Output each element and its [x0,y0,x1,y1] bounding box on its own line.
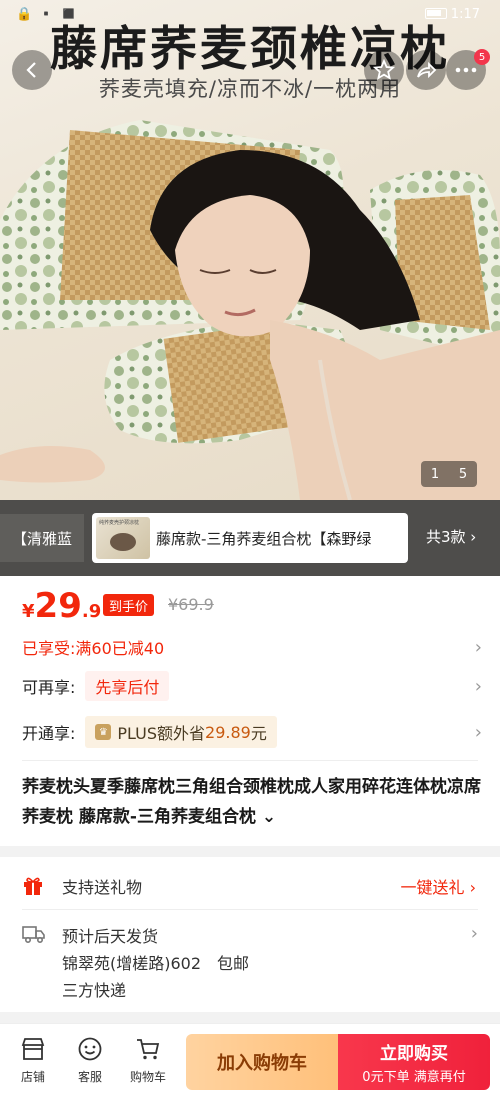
image-counter: 1 5 [421,461,477,487]
ship-eta: 预计后天发货 [62,927,159,946]
tab-store[interactable]: 店铺 [8,1036,58,1085]
buy-now-button[interactable]: 立即购买 0元下单 满意再付 [338,1034,490,1090]
pay-later-row[interactable]: 可再享: 先享后付 › [22,669,482,703]
tab-customer-service-label: 客服 [77,1070,102,1084]
image-index: 1 [430,466,440,482]
back-button[interactable] [12,50,52,90]
favorite-button[interactable] [364,50,404,90]
tab-customer-service[interactable]: 客服 [65,1036,115,1085]
price-integer: 29 [34,586,82,626]
notification-badge: 5 [474,49,490,65]
divider [22,909,478,910]
plus-badge: ♛ PLUS额外省 29.89 元 [85,716,277,748]
customer-service-icon [78,1037,102,1061]
gift-icon [24,877,42,895]
more-dots-icon [455,67,477,73]
ship-carrier: 三方快递 [62,981,127,1000]
pay-later-badge: 先享后付 [85,671,170,701]
chevron-right-icon[interactable]: › [471,923,478,944]
buy-now-label: 立即购买 [380,1044,448,1064]
tab-cart[interactable]: 购物车 [123,1036,173,1085]
promo-row[interactable]: 已享受: 满60已减40 › [22,630,482,664]
service-card: 支持送礼物 一键送礼 › 预计后天发货 锦翠苑(增槎路)602 包邮 三方快递 … [0,857,500,1012]
sku-count-link[interactable]: 共3款 › [426,526,476,547]
share-icon [417,61,437,79]
add-to-cart-button[interactable]: 加入购物车 [186,1034,338,1090]
final-price-tag: 到手价 [103,594,155,616]
buy-now-sublabel: 0元下单 满意再付 [362,1070,466,1085]
price-card: ¥ 29 .9 到手价 ¥69.9 已享受: 满60已减40 › 可再享: 先享… [0,576,500,846]
gift-label: 支持送礼物 [62,878,143,897]
pay-later-label: 可再享: [22,678,76,697]
plus-label: 开通享: [22,724,76,743]
price: ¥ 29 .9 [22,586,101,630]
product-hero-image[interactable]: 🔒 ▪️ ◼️ 1:17 藤席荞麦颈椎凉枕 荞麦壳填充/凉而不冰/一枕两用 5 … [0,0,500,500]
sku-thumbnail-figure [110,533,136,551]
tab-cart-label: 购物车 [129,1070,166,1084]
sku-option-left[interactable]: 【清雅蓝 [0,514,84,562]
chevron-right-icon: › [474,675,482,697]
sku-option-selected[interactable]: 纯荞麦壳护颈凉枕 藤席款-三角荞麦组合枕【森野绿 [92,513,408,563]
price-currency: ¥ [22,601,35,622]
promo-value: 满60已减40 [75,639,165,658]
plus-amount: 29.89 [205,722,251,742]
plus-suffix: 元 [250,724,267,743]
sku-thumbnail: 纯荞麦壳护颈凉枕 [96,517,150,559]
chevron-right-icon: › [474,721,482,743]
sku-thumbnail-text: 纯荞麦壳护颈凉枕 [99,520,140,526]
star-icon [373,59,395,80]
sku-selected-label: 藤席款-三角荞麦组合枕【森野绿 [156,529,372,548]
watermark: 羊毛谁不爱 [422,1092,488,1107]
sku-selector-strip: 【清雅蓝 纯荞麦壳护颈凉枕 藤席款-三角荞麦组合枕【森野绿 共3款 › [0,500,500,576]
product-title[interactable]: 荞麦枕头夏季藤席枕三角组合颈椎枕成人家用碎花连体枕凉席荞麦枕 藤席款-三角荞麦组… [22,772,482,832]
divider [22,760,478,761]
price-decimal: .9 [81,601,102,622]
plus-prefix: PLUS额外省 [117,724,206,743]
crown-icon: ♛ [95,724,112,740]
chevron-right-icon: › [474,636,482,658]
chevron-left-icon [26,62,36,78]
original-price: ¥69.9 [168,595,214,614]
promo-label: 已享受: [22,639,76,658]
share-button[interactable] [406,50,446,90]
truck-icon [22,926,45,944]
send-gift-link[interactable]: 一键送礼 › [401,874,477,898]
cart-icon [137,1039,160,1060]
image-total: 5 [458,466,468,482]
tab-store-label: 店铺 [20,1070,45,1084]
plus-row[interactable]: 开通享: ♛ PLUS额外省 29.89 元 › [22,715,482,749]
store-icon [21,1038,45,1060]
ship-address[interactable]: 锦翠苑(增槎路)602 包邮 [62,950,249,974]
bottom-action-bar: 店铺 客服 购物车 加入购物车 立即购买 0元下单 满意再付 羊毛谁不爱 [0,1023,500,1111]
